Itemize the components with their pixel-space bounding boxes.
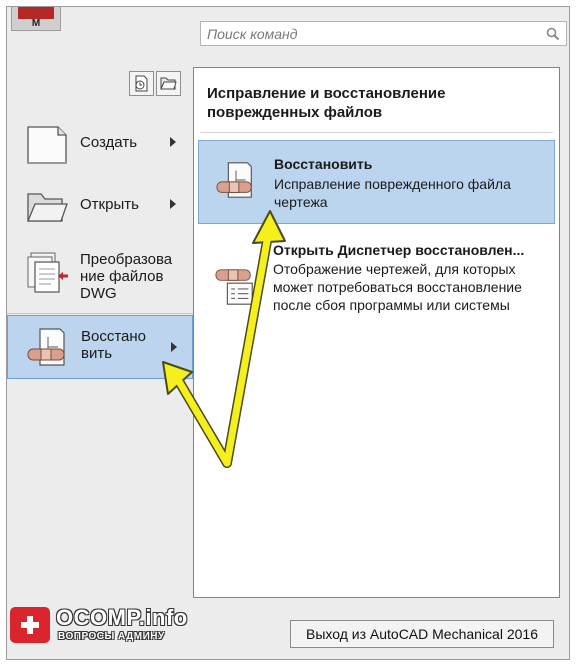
- plus-logo-icon: [10, 607, 50, 643]
- recent-documents-button[interactable]: [129, 71, 154, 96]
- submenu-arrow-icon: [170, 137, 176, 147]
- recover-icon: [27, 328, 65, 366]
- submenu-arrow-icon: [171, 342, 177, 352]
- submenu-arrow-icon: [170, 199, 176, 209]
- recover-file-icon: [216, 162, 252, 198]
- menu-item-convert-dwg[interactable]: Преобразова ние файлов DWG: [7, 237, 193, 309]
- folder-icon: [160, 77, 177, 90]
- application-menu: M Создать: [6, 6, 570, 660]
- submenu-header: Исправление и восстановление поврежденны…: [207, 85, 446, 121]
- submenu-item-recover[interactable]: Восстановить Исправление поврежденного ф…: [198, 140, 555, 224]
- watermark-subtitle: ВОПРОСЫ АДМИНУ: [58, 631, 165, 642]
- app-button-letter: M: [31, 18, 41, 29]
- submenu-item-description: Отображение чертежей, для которых может …: [273, 261, 522, 313]
- clock-document-icon: [135, 75, 148, 92]
- menu-divider: [7, 313, 193, 314]
- menu-item-label: Создать: [80, 134, 138, 151]
- exit-autocad-button[interactable]: Выход из AutoCAD Mechanical 2016: [290, 620, 554, 648]
- application-button[interactable]: M: [11, 7, 61, 31]
- menu-item-label: Преобразова ние файлов DWG: [80, 251, 173, 302]
- search-input[interactable]: [201, 22, 541, 45]
- submenu-item-recovery-manager[interactable]: Открыть Диспетчер восстановлен... Отобра…: [198, 238, 555, 338]
- new-document-icon: [27, 126, 67, 164]
- menu-item-label: Восстано вить: [81, 328, 147, 362]
- recover-submenu: Исправление и восстановление поврежденны…: [193, 67, 560, 598]
- menu-item-create[interactable]: Создать: [7, 113, 193, 175]
- submenu-divider: [200, 132, 553, 133]
- menu-item-open[interactable]: Открыть: [7, 175, 193, 237]
- search-icon[interactable]: [546, 27, 560, 41]
- watermark-logo: OCOMP.info ВОПРОСЫ АДМИНУ: [10, 605, 240, 645]
- search-box[interactable]: [200, 21, 567, 46]
- menu-item-recover[interactable]: Восстано вить: [7, 315, 193, 379]
- watermark-title: OCOMP.info: [56, 605, 188, 630]
- open-folder-icon: [27, 193, 68, 222]
- menu-item-label: Открыть: [80, 196, 139, 213]
- recovery-manager-icon: [215, 269, 253, 305]
- open-documents-button[interactable]: [156, 71, 181, 96]
- submenu-item-description: Исправление поврежденного файла чертежа: [274, 176, 511, 210]
- submenu-item-title: Восстановить: [274, 156, 373, 172]
- submenu-item-title: Открыть Диспетчер восстановлен...: [273, 242, 525, 258]
- convert-dwg-icon: [27, 252, 68, 293]
